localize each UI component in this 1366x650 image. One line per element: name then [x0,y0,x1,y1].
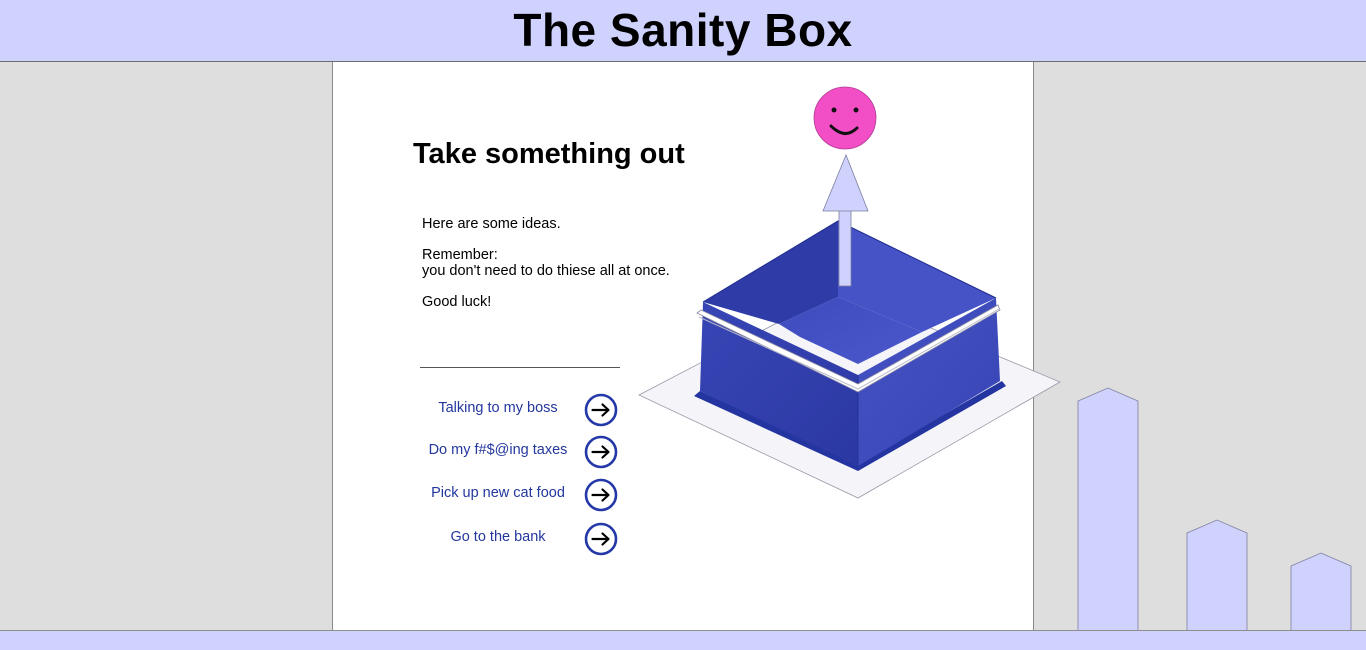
app-title: The Sanity Box [513,3,853,56]
intro-line: Here are some ideas. [422,216,561,232]
task-label[interactable]: Pick up new cat food [413,485,583,501]
divider [420,367,620,368]
arrow-right-circle-icon[interactable] [584,478,618,512]
page-heading: Take something out [413,138,685,170]
intro-line: you don't need to do thiese all at once. [422,263,670,279]
app-header: The Sanity Box [0,0,1366,62]
intro-text: Here are some ideas. Remember: you don't… [422,216,670,310]
arrow-right-circle-icon[interactable] [584,522,618,556]
building [1077,387,1139,632]
task-label[interactable]: Do my f#$@ing taxes [413,442,583,458]
building [1290,552,1352,632]
arrow-right-circle-icon[interactable] [584,435,618,469]
content-panel: Take something out Here are some ideas. … [332,62,1034,630]
task-item-taxes[interactable]: Do my f#$@ing taxes [413,435,663,469]
footer-bar [0,630,1366,650]
task-label[interactable]: Go to the bank [413,529,583,545]
task-item-bank[interactable]: Go to the bank [413,522,663,556]
task-item-talking-to-boss[interactable]: Talking to my boss [413,393,663,427]
task-label[interactable]: Talking to my boss [413,400,583,416]
building [1186,519,1248,632]
task-item-cat-food[interactable]: Pick up new cat food [413,478,663,512]
intro-line: Remember: [422,247,498,263]
intro-line: Good luck! [422,294,492,310]
arrow-right-circle-icon[interactable] [584,393,618,427]
